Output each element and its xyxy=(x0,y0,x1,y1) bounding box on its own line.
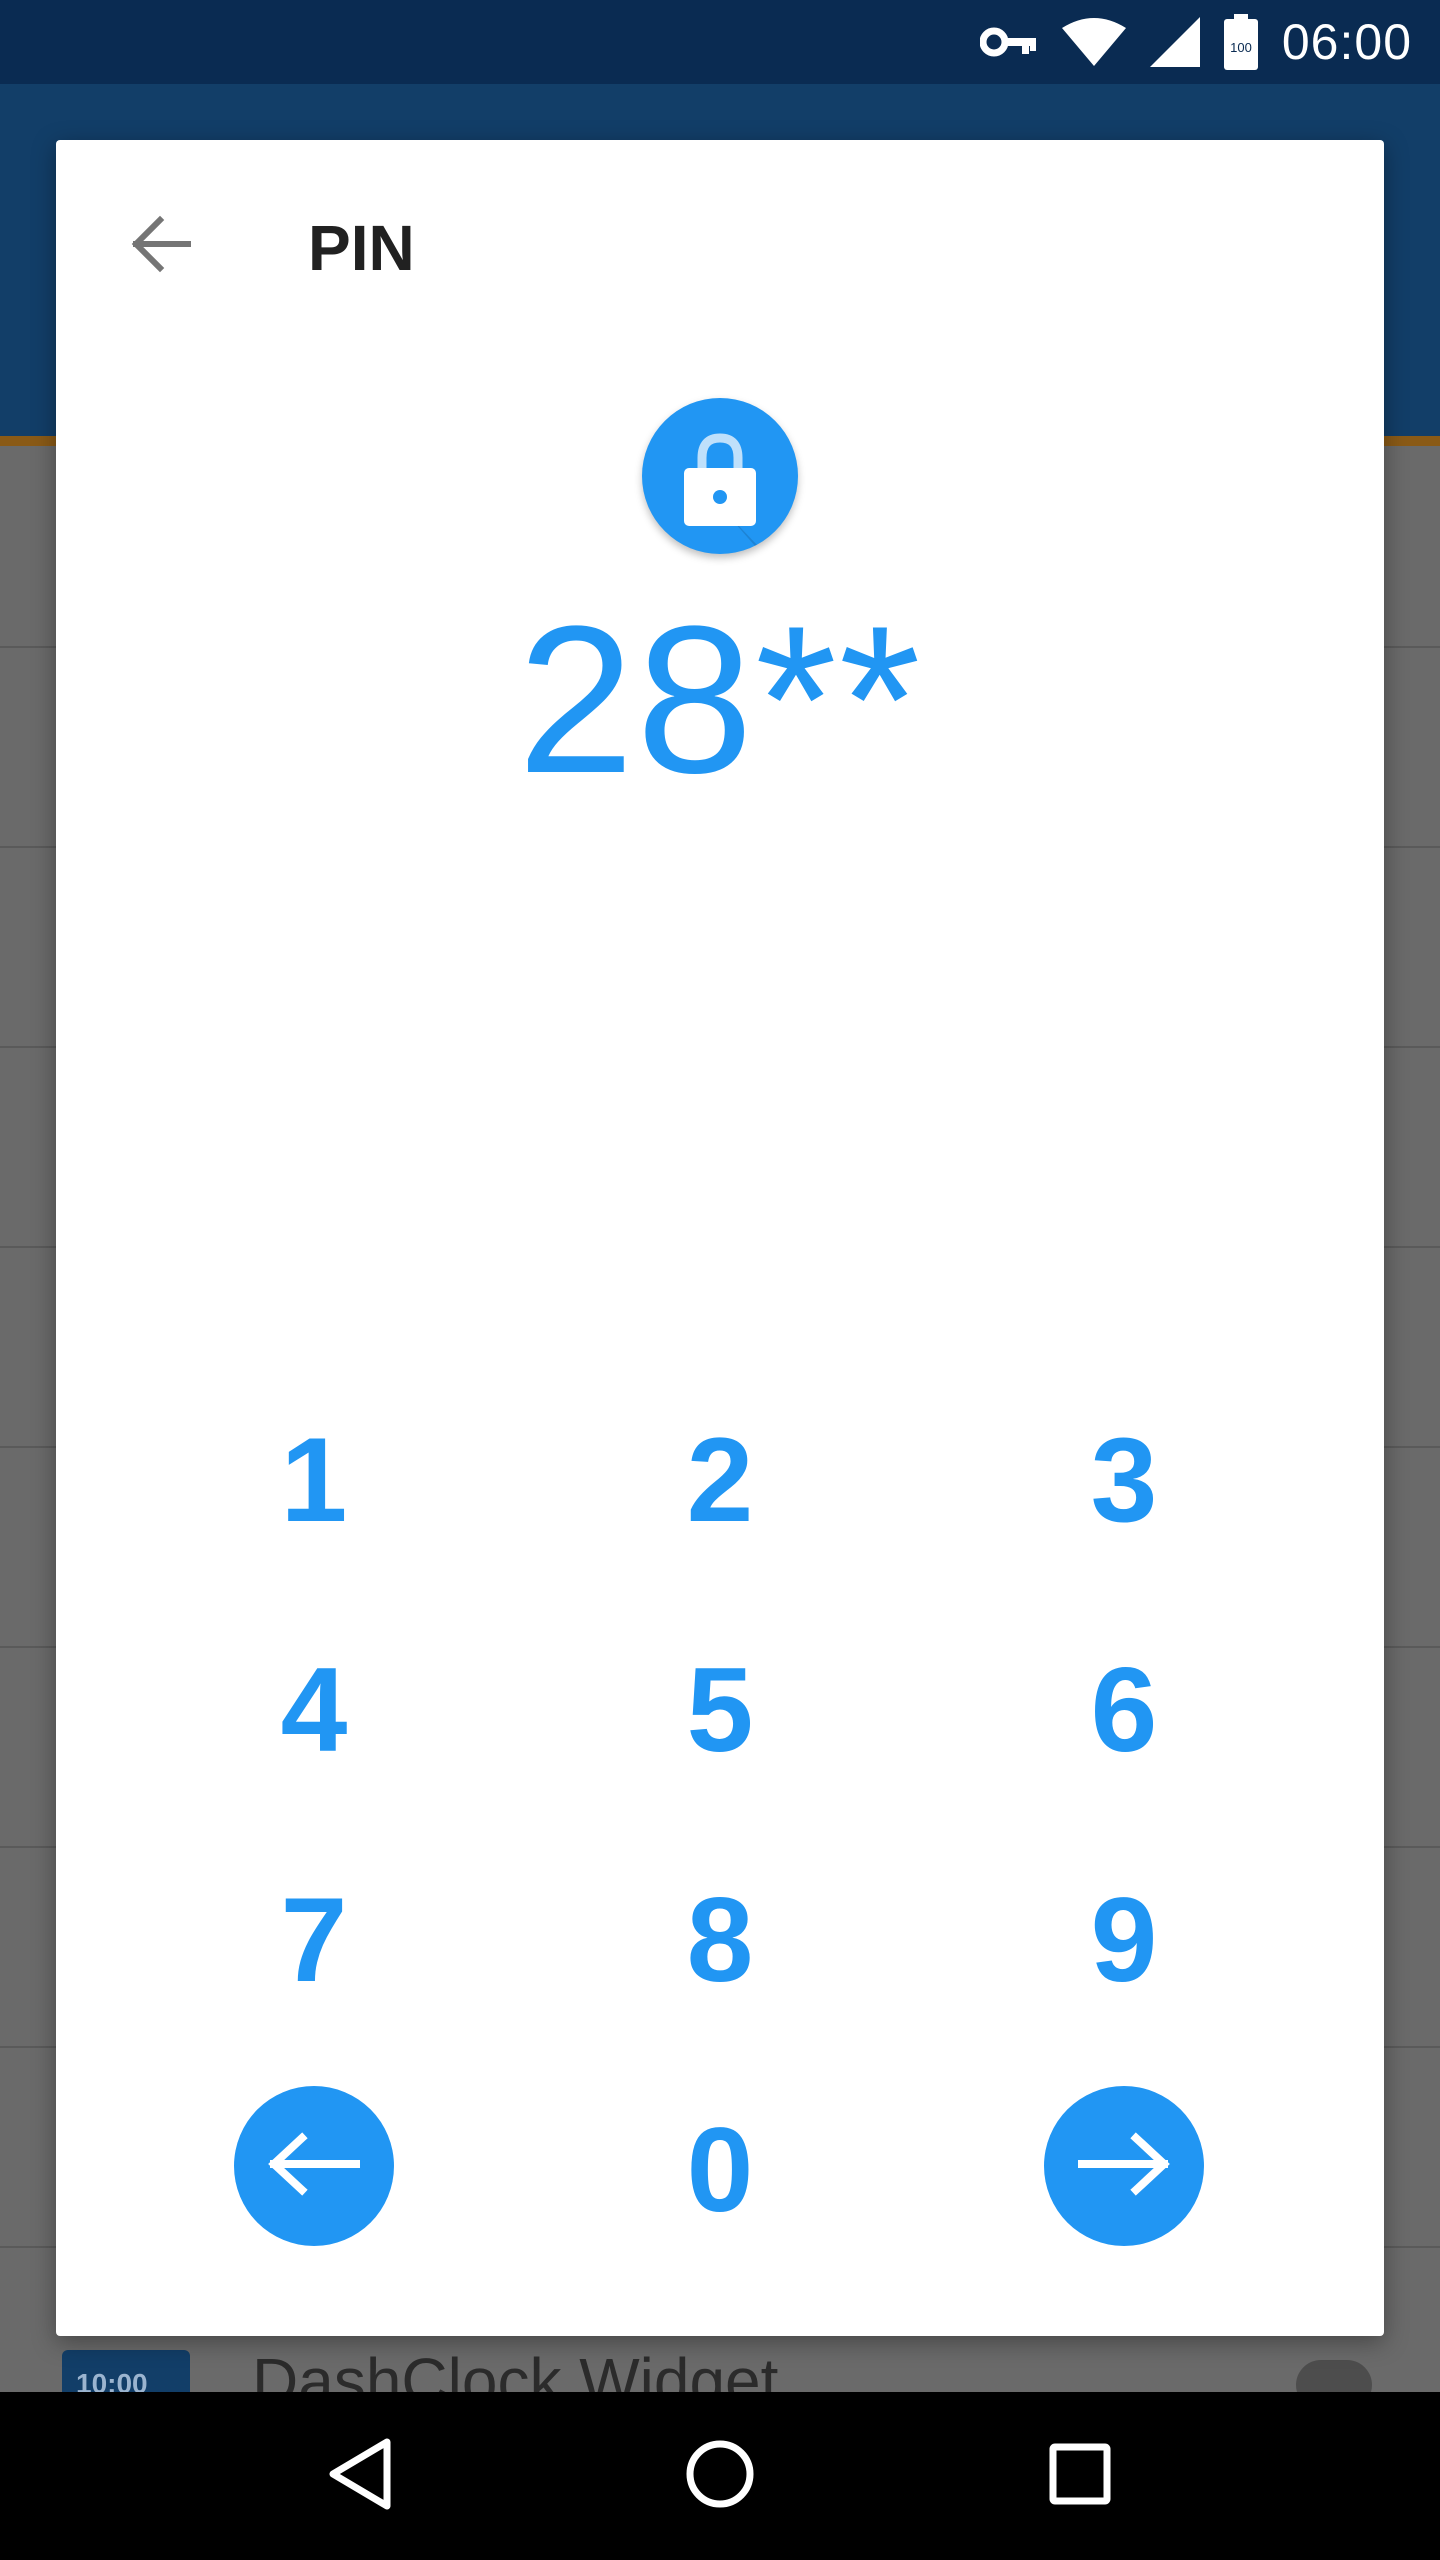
key-0[interactable]: 0 xyxy=(600,2070,840,2270)
dashclock-icon: 10:00 xyxy=(62,2350,190,2392)
widget-icon-text: 10:00 xyxy=(76,2368,148,2392)
arrow-left-icon xyxy=(266,2131,362,2201)
key-2[interactable]: 2 xyxy=(600,1380,840,1580)
nav-home-button[interactable] xyxy=(660,2416,780,2536)
key-1[interactable]: 1 xyxy=(194,1380,434,1580)
navigation-bar xyxy=(0,2392,1440,2560)
pin-dialog: PIN 28** 1 2 3 4 5 6 7 8 9 0 xyxy=(56,140,1384,2336)
confirm-button[interactable] xyxy=(1044,2086,1204,2246)
battery-icon: 100 xyxy=(1223,14,1258,70)
key-6[interactable]: 6 xyxy=(1004,1610,1244,1810)
lock-badge xyxy=(642,398,798,554)
lock-icon xyxy=(684,433,798,554)
vpn-key-icon xyxy=(979,24,1038,60)
backspace-button[interactable] xyxy=(234,2086,394,2246)
triangle-back-icon xyxy=(325,2436,395,2517)
circle-home-icon xyxy=(684,2438,756,2515)
key-9[interactable]: 9 xyxy=(1004,1840,1244,2040)
nav-recents-button[interactable] xyxy=(1020,2416,1140,2536)
key-8[interactable]: 8 xyxy=(600,1840,840,2040)
key-4[interactable]: 4 xyxy=(194,1610,434,1810)
key-7[interactable]: 7 xyxy=(194,1840,434,2040)
list-item-title: DashClock Widget xyxy=(252,2345,779,2392)
pin-entry-display: 28** xyxy=(517,582,923,817)
arrow-back-icon xyxy=(128,214,192,279)
battery-level-text: 100 xyxy=(1230,40,1252,55)
toggle-switch xyxy=(1296,2360,1372,2392)
status-time: 06:00 xyxy=(1281,14,1412,70)
background-list-item: 10:00 DashClock Widget xyxy=(0,2336,1440,2392)
status-bar: 100 06:00 xyxy=(0,0,1440,84)
dialog-title: PIN xyxy=(308,212,415,284)
nav-back-button[interactable] xyxy=(300,2416,420,2536)
square-recents-icon xyxy=(1048,2442,1112,2511)
key-5[interactable]: 5 xyxy=(600,1610,840,1810)
wifi-icon xyxy=(1061,18,1126,66)
arrow-right-icon xyxy=(1076,2131,1172,2201)
key-3[interactable]: 3 xyxy=(1004,1380,1244,1580)
cell-signal-icon xyxy=(1149,17,1200,67)
back-button[interactable] xyxy=(116,202,204,290)
